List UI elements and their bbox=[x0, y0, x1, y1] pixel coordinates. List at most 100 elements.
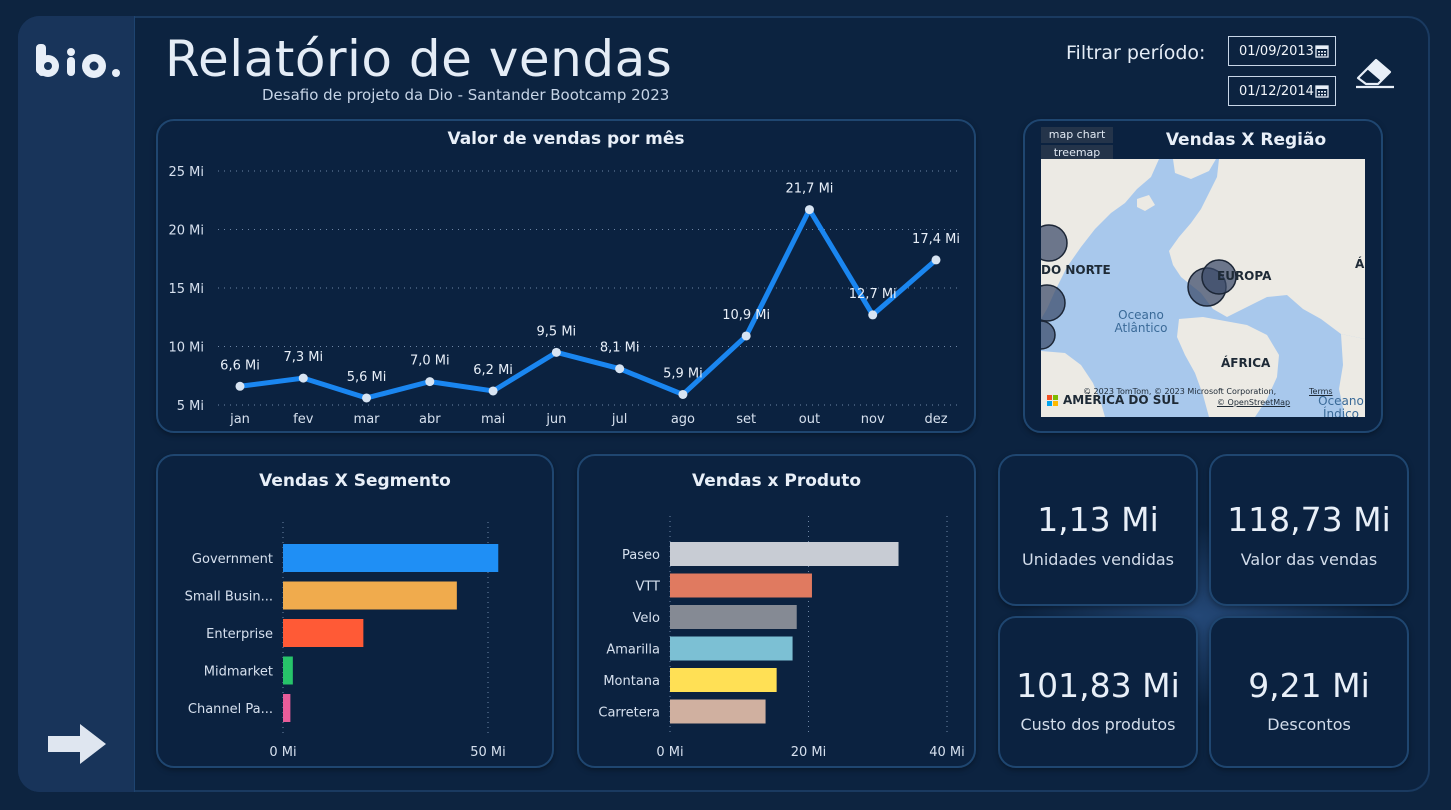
x-tick-label: jun bbox=[545, 412, 566, 427]
x-tick-label: mar bbox=[354, 412, 381, 427]
bar bbox=[283, 581, 457, 610]
bar bbox=[283, 544, 499, 572]
kpi-discount-card: 9,21 Mi Descontos bbox=[1209, 616, 1409, 768]
category-label: VTT bbox=[635, 580, 660, 595]
x-tick-label: abr bbox=[419, 412, 441, 427]
kpi-cost-card: 101,83 Mi Custo dos produtos bbox=[998, 616, 1198, 768]
category-label: Enterprise bbox=[206, 627, 273, 642]
bar bbox=[670, 668, 777, 692]
category-label: Midmarket bbox=[204, 665, 273, 680]
data-point bbox=[615, 364, 625, 374]
bar bbox=[283, 619, 364, 647]
calendar-icon bbox=[1315, 45, 1329, 58]
data-label: 5,6 Mi bbox=[347, 370, 387, 385]
line-chart-card: Valor de vendas por mês 5 Mi 10 Mi 15 Mi 20… bbox=[156, 119, 976, 433]
y-tick-label: 20 Mi bbox=[168, 224, 204, 239]
page-subtitle: Desafio de projeto da Dio - Santander Bo… bbox=[262, 86, 670, 104]
data-point bbox=[298, 373, 308, 383]
x-tick-label: ago bbox=[671, 412, 695, 427]
date-end-value: 01/12/2014 bbox=[1239, 83, 1314, 99]
x-tick-label: fev bbox=[293, 412, 314, 427]
product-bar-chart: 0 Mi 20 Mi 40 Mi Paseo VTT Velo Amarilla Montan… bbox=[598, 516, 965, 760]
data-point bbox=[868, 310, 878, 320]
bar bbox=[670, 542, 899, 566]
data-point bbox=[678, 389, 688, 399]
tab-map-chart[interactable]: map chart bbox=[1041, 127, 1113, 143]
x-tick-label: nov bbox=[861, 412, 885, 427]
x-tick-label: 20 Mi bbox=[791, 745, 827, 760]
x-tick-label: mai bbox=[481, 412, 505, 427]
kpi-discount-value: 9,21 Mi bbox=[1248, 666, 1370, 705]
x-tick-label: 0 Mi bbox=[656, 745, 683, 760]
calendar-icon bbox=[1315, 85, 1329, 98]
data-label: 6,6 Mi bbox=[220, 358, 260, 373]
ocean-indian-label: Oceano Índico bbox=[1318, 394, 1364, 418]
x-tick-label: out bbox=[799, 412, 820, 427]
y-tick-label: 25 Mi bbox=[168, 165, 204, 180]
dashboard-frame: Relatório de vendas Desafio de projeto d… bbox=[18, 16, 1430, 792]
x-tick-label: set bbox=[736, 412, 756, 427]
dio-logo bbox=[36, 44, 120, 78]
segment-bar-chart: 0 Mi 50 Mi Government Small Busin... Enterpr… bbox=[185, 522, 506, 760]
data-label: 7,0 Mi bbox=[410, 354, 450, 369]
bar bbox=[670, 699, 766, 724]
data-point bbox=[362, 393, 372, 403]
map-attribution: © 2023 TomTom, © 2023 Microsoft Corporat… bbox=[1083, 387, 1277, 396]
kpi-sales-card: 118,73 Mi Valor das vendas bbox=[1209, 454, 1409, 606]
region-map[interactable]: DO NORTE EUROPA ÁFRICA AMÉRICA DO SUL Á … bbox=[1041, 159, 1365, 417]
map-terms-link[interactable]: Terms bbox=[1309, 387, 1333, 396]
data-point bbox=[425, 377, 435, 387]
data-label: 6,2 Mi bbox=[473, 363, 513, 378]
kpi-units-value: 1,13 Mi bbox=[1037, 500, 1159, 539]
data-point bbox=[931, 255, 941, 265]
category-label: Government bbox=[192, 552, 273, 567]
bar bbox=[670, 636, 793, 661]
data-label: 17,4 Mi bbox=[912, 232, 960, 247]
data-point bbox=[235, 381, 245, 391]
data-label: 9,5 Mi bbox=[537, 324, 577, 339]
map-label-europe: EUROPA bbox=[1217, 269, 1272, 283]
map-card: Vendas X Região map chart treemap DO NOR… bbox=[1023, 119, 1383, 433]
bar bbox=[670, 605, 797, 629]
data-point bbox=[551, 347, 561, 357]
category-label: Channel Pa... bbox=[188, 702, 273, 717]
microsoft-logo-icon bbox=[1047, 395, 1058, 406]
y-tick-label: 15 Mi bbox=[168, 282, 204, 297]
category-label: Paseo bbox=[622, 548, 660, 563]
map-label-north: DO NORTE bbox=[1041, 263, 1111, 277]
date-end-input[interactable]: 01/12/2014 bbox=[1228, 76, 1336, 106]
kpi-sales-label: Valor das vendas bbox=[1240, 550, 1378, 569]
kpi-discount-label: Descontos bbox=[1267, 715, 1351, 734]
kpi-cost-label: Custo dos produtos bbox=[1020, 715, 1176, 734]
next-page-arrow-icon[interactable] bbox=[46, 722, 108, 766]
filter-period-label: Filtrar período: bbox=[1066, 42, 1206, 64]
ocean-atlantic-label: Oceano Atlântico bbox=[1114, 308, 1168, 335]
x-tick-label: dez bbox=[924, 412, 947, 427]
map-attribution-osm[interactable]: © OpenStreetMap bbox=[1217, 398, 1290, 407]
y-tick-label: 5 Mi bbox=[177, 399, 204, 414]
category-label: Amarilla bbox=[606, 643, 660, 658]
bar bbox=[283, 656, 293, 685]
data-label: 21,7 Mi bbox=[786, 182, 834, 197]
series-line bbox=[237, 207, 939, 401]
data-label: 7,3 Mi bbox=[283, 350, 323, 365]
y-tick-label: 10 Mi bbox=[168, 341, 204, 356]
kpi-units-label: Unidades vendidas bbox=[1021, 550, 1175, 569]
eraser-icon[interactable] bbox=[1354, 54, 1396, 90]
date-start-input[interactable]: 01/09/2013 bbox=[1228, 36, 1336, 66]
x-tick-label: 0 Mi bbox=[269, 745, 296, 760]
line-chart: 5 Mi 10 Mi 15 Mi 20 Mi 25 Mi 6,6 Mi jan 7,3 Mi f… bbox=[168, 165, 960, 427]
map-bubbles bbox=[1041, 224, 1237, 350]
kpi-units-card: 1,13 Mi Unidades vendidas bbox=[998, 454, 1198, 606]
data-label: 10,9 Mi bbox=[722, 308, 770, 323]
kpi-sales-value: 118,73 Mi bbox=[1227, 500, 1391, 539]
map-label-africa: ÁFRICA bbox=[1221, 356, 1271, 370]
segment-chart-card: Vendas X Segmento 0 Mi 50 Mi Government Sma… bbox=[156, 454, 554, 768]
x-tick-label: jul bbox=[611, 412, 627, 427]
category-label: Small Busin... bbox=[185, 590, 273, 605]
x-tick-label: 50 Mi bbox=[470, 745, 506, 760]
category-label: Montana bbox=[603, 674, 660, 689]
page-title: Relatório de vendas bbox=[165, 30, 673, 88]
category-label: Carretera bbox=[598, 706, 660, 721]
x-tick-label: 40 Mi bbox=[929, 745, 965, 760]
